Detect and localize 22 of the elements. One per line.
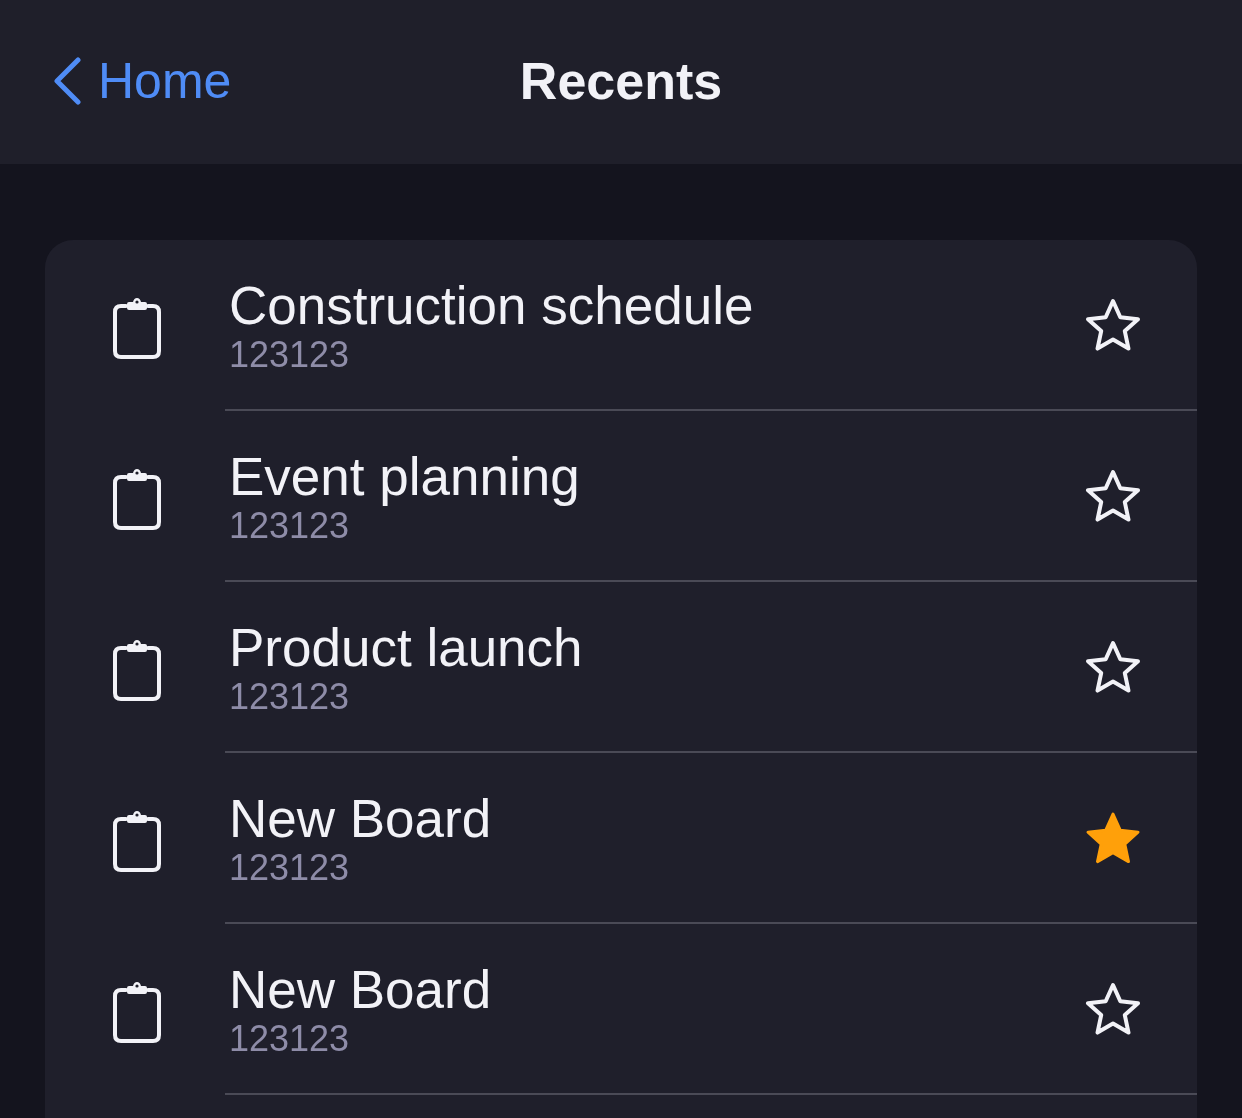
chevron-left-icon (52, 57, 82, 105)
clipboard-icon (113, 467, 161, 530)
board-subtitle: 123123 (229, 505, 350, 546)
clipboard-icon (113, 638, 161, 701)
star-icon[interactable] (1083, 638, 1143, 695)
board-title[interactable]: Product launch (229, 618, 583, 677)
star-icon[interactable] (1083, 467, 1143, 524)
board-title[interactable]: New Board (229, 960, 492, 1019)
board-title[interactable]: Construction schedule (229, 276, 754, 335)
clipboard-icon (113, 296, 161, 359)
star-icon[interactable] (1083, 980, 1143, 1037)
board-subtitle: 123123 (229, 676, 350, 717)
board-title[interactable]: New Board (229, 789, 492, 848)
clipboard-icon (113, 980, 161, 1043)
screen-title: Recents (519, 51, 723, 112)
board-subtitle: 123123 (229, 847, 350, 888)
board-subtitle: 123123 (229, 1018, 350, 1059)
board-subtitle: 123123 (229, 334, 350, 375)
board-title[interactable]: Event planning (229, 447, 580, 506)
clipboard-icon (113, 809, 161, 872)
star-icon[interactable] (1083, 296, 1143, 353)
back-button[interactable]: Home (52, 51, 232, 111)
